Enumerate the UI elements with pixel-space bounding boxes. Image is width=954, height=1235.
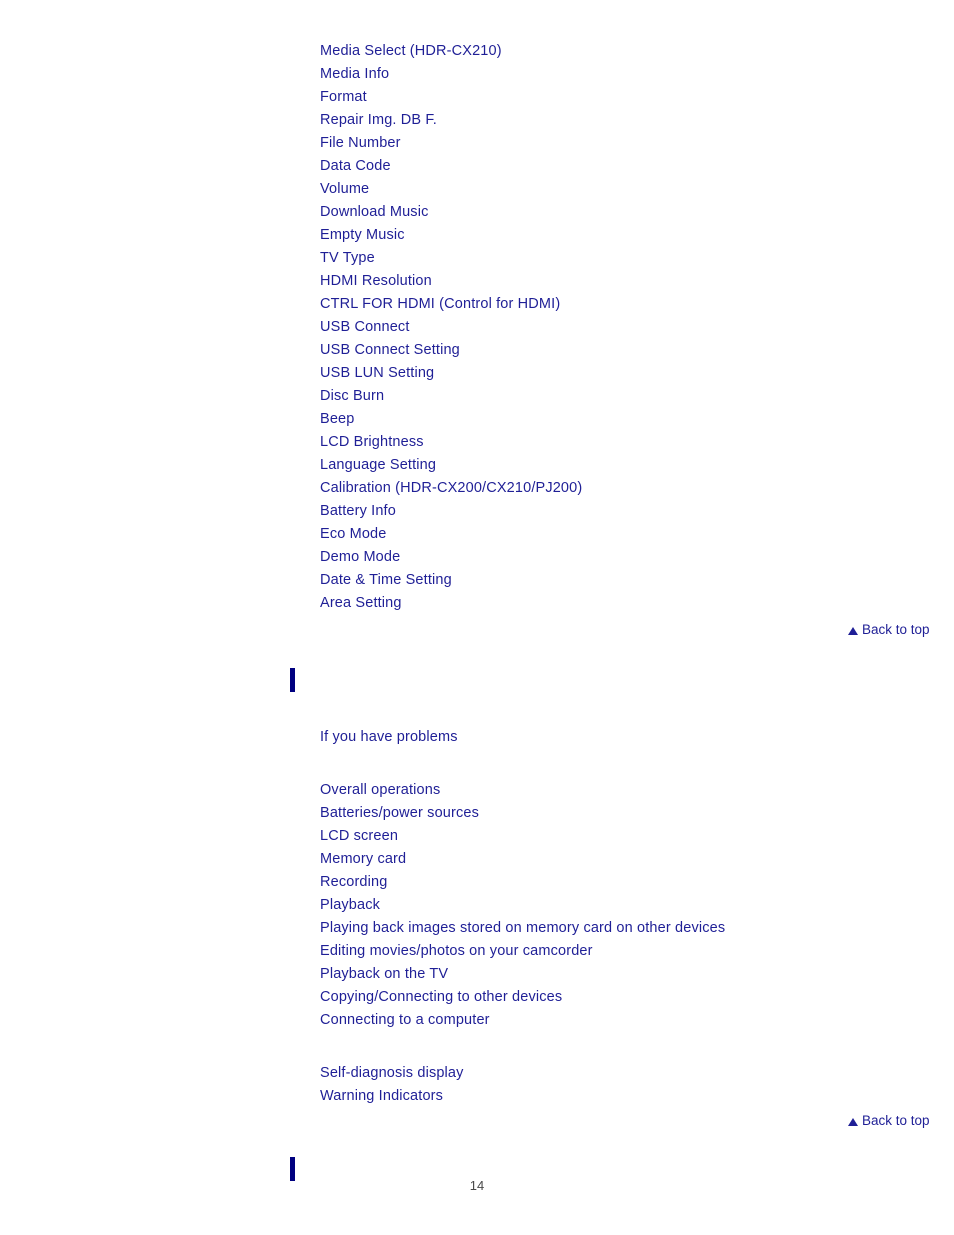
troubleshooting-link-4[interactable]: Recording xyxy=(320,871,725,894)
settings-link-1[interactable]: Media Info xyxy=(320,63,582,86)
troubleshooting-link-8[interactable]: Playback on the TV xyxy=(320,963,725,986)
settings-link-6[interactable]: Volume xyxy=(320,178,582,201)
settings-link-18[interactable]: Language Setting xyxy=(320,454,582,477)
settings-link-9[interactable]: TV Type xyxy=(320,247,582,270)
settings-link-23[interactable]: Date & Time Setting xyxy=(320,569,582,592)
troubleshooting-link-2[interactable]: LCD screen xyxy=(320,825,725,848)
troubleshooting-link-1[interactable]: Batteries/power sources xyxy=(320,802,725,825)
section-marker-troubleshooting xyxy=(290,668,295,692)
troubleshooting-topic-link-list: Overall operations Batteries/power source… xyxy=(320,779,725,1032)
settings-link-14[interactable]: USB LUN Setting xyxy=(320,362,582,385)
troubleshooting-link-6[interactable]: Playing back images stored on memory car… xyxy=(320,917,725,940)
diagnostics-link-0[interactable]: Self-diagnosis display xyxy=(320,1062,464,1085)
troubleshooting-link-9[interactable]: Copying/Connecting to other devices xyxy=(320,986,725,1009)
settings-link-16[interactable]: Beep xyxy=(320,408,582,431)
settings-link-13[interactable]: USB Connect Setting xyxy=(320,339,582,362)
troubleshooting-link-5[interactable]: Playback xyxy=(320,894,725,917)
diagnostics-link-1[interactable]: Warning Indicators xyxy=(320,1085,464,1108)
settings-link-3[interactable]: Repair Img. DB F. xyxy=(320,109,582,132)
troubleshooting-intro-link[interactable]: If you have problems xyxy=(320,726,458,749)
page-number: 14 xyxy=(469,1178,485,1193)
settings-link-0[interactable]: Media Select (HDR-CX210) xyxy=(320,40,582,63)
triangle-up-icon xyxy=(848,627,858,635)
troubleshooting-link-7[interactable]: Editing movies/photos on your camcorder xyxy=(320,940,725,963)
settings-link-8[interactable]: Empty Music xyxy=(320,224,582,247)
settings-link-10[interactable]: HDMI Resolution xyxy=(320,270,582,293)
settings-link-12[interactable]: USB Connect xyxy=(320,316,582,339)
back-to-top-label: Back to top xyxy=(862,1113,930,1128)
triangle-up-icon xyxy=(848,1118,858,1126)
troubleshooting-link-10[interactable]: Connecting to a computer xyxy=(320,1009,725,1032)
settings-menu-link-list: Media Select (HDR-CX210) Media Info Format… xyxy=(320,40,582,615)
back-to-top-label: Back to top xyxy=(862,622,930,637)
settings-link-24[interactable]: Area Setting xyxy=(320,592,582,615)
settings-link-11[interactable]: CTRL FOR HDMI (Control for HDMI) xyxy=(320,293,582,316)
back-to-top-link-1[interactable]: Back to top xyxy=(848,622,930,638)
settings-link-20[interactable]: Battery Info xyxy=(320,500,582,523)
back-to-top-link-2[interactable]: Back to top xyxy=(848,1113,930,1129)
diagnostics-link-list: Self-diagnosis display Warning Indicators xyxy=(320,1062,464,1108)
settings-link-22[interactable]: Demo Mode xyxy=(320,546,582,569)
troubleshooting-link-0[interactable]: Overall operations xyxy=(320,779,725,802)
settings-link-5[interactable]: Data Code xyxy=(320,155,582,178)
settings-link-4[interactable]: File Number xyxy=(320,132,582,155)
settings-link-19[interactable]: Calibration (HDR-CX200/CX210/PJ200) xyxy=(320,477,582,500)
settings-link-2[interactable]: Format xyxy=(320,86,582,109)
settings-link-17[interactable]: LCD Brightness xyxy=(320,431,582,454)
document-page: Media Select (HDR-CX210) Media Info Format… xyxy=(0,0,954,1235)
settings-link-21[interactable]: Eco Mode xyxy=(320,523,582,546)
troubleshooting-link-3[interactable]: Memory card xyxy=(320,848,725,871)
settings-link-7[interactable]: Download Music xyxy=(320,201,582,224)
settings-link-15[interactable]: Disc Burn xyxy=(320,385,582,408)
